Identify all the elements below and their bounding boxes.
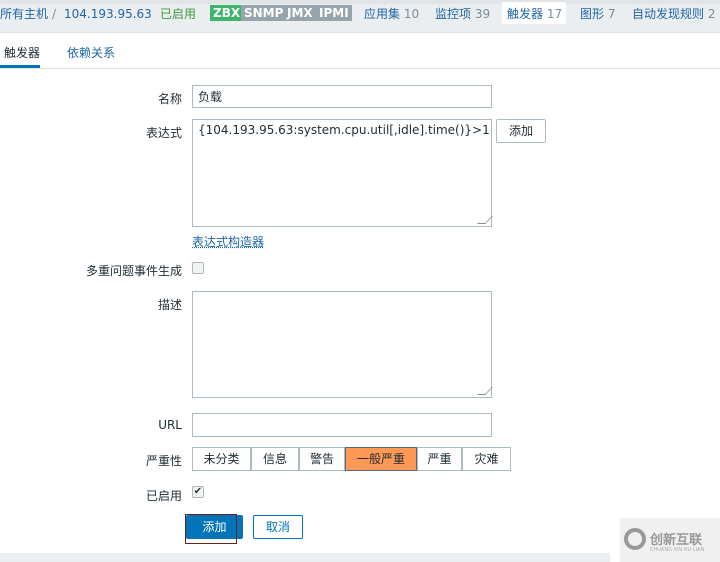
enabled-label: 已启用 [145,489,182,503]
footer-bar [0,553,610,562]
url-input[interactable] [192,413,492,437]
name-label: 名称 [157,92,182,106]
label: 应用集 [364,7,401,21]
nav-graphs[interactable]: 图形 7 [580,6,615,22]
active-tab-indicator [0,65,40,68]
cancel-button[interactable]: 取消 [253,515,303,539]
host-status[interactable]: 已启用 [160,6,196,22]
description-label: 描述 [157,298,182,312]
severity-disaster[interactable]: 灾难 [462,447,511,471]
nav-items[interactable]: 监控项 39 [435,6,490,22]
breadcrumb-separator: / [52,7,57,21]
watermark-logo: 创新互联 CHUANG XIN HU LIAN [620,518,720,562]
tag-snmp: SNMP [241,5,287,21]
nav-applications[interactable]: 应用集 10 [364,6,419,22]
count: 7 [607,7,616,21]
tab-dependencies[interactable]: 依赖关系 [67,44,115,61]
watermark-icon [624,528,646,550]
count: 39 [474,7,491,21]
tag-jmx: JMX [284,5,316,21]
severity-information[interactable]: 信息 [251,447,299,471]
count: 17 [546,7,563,21]
severity-warning[interactable]: 警告 [299,447,345,471]
expression-text: {104.193.95.63:system.cpu.util[,idle].ti… [198,123,490,137]
resize-handle[interactable] [477,216,493,224]
multiple-events-checkbox[interactable] [192,262,204,274]
resize-handle[interactable] [477,387,493,395]
enabled-checkbox[interactable]: ✔ [192,486,204,498]
nav-triggers[interactable]: 触发器 17 [507,6,562,22]
watermark-text: 创新互联 [650,533,703,548]
tab-trigger[interactable]: 触发器 [4,44,40,61]
description-textarea[interactable] [192,291,493,398]
expression-textarea[interactable]: {104.193.95.63:system.cpu.util[,idle].ti… [192,119,493,227]
url-label: URL [158,418,182,432]
expression-constructor-link[interactable]: 表达式构造器 [192,233,264,250]
label: 触发器 [507,7,544,21]
label: 自动发现规则 [632,7,705,21]
label: 监控项 [435,7,472,21]
severity-label: 严重性 [145,454,182,468]
severity-high[interactable]: 严重 [417,447,462,471]
tag-zbx: ZBX [210,5,244,21]
name-input[interactable] [192,85,492,108]
count: 10 [403,7,420,21]
expression-add-button[interactable]: 添加 [496,119,546,143]
all-hosts-link[interactable]: 所有主机 [0,6,48,22]
label: 图形 [580,7,605,21]
watermark-subtext: CHUANG XIN HU LIAN [650,547,705,553]
tag-ipmi: IPMI [316,5,352,21]
expression-label: 表达式 [145,126,182,140]
focus-outline [185,514,237,544]
host-link[interactable]: 104.193.95.63 [64,6,152,22]
severity-average-selected[interactable]: 一般严重 [345,447,417,471]
severity-not-classified[interactable]: 未分类 [192,447,251,471]
multiple-events-label: 多重问题事件生成 [85,264,182,278]
count: 2 [707,7,716,21]
nav-discovery-rules[interactable]: 自动发现规则 2 [632,6,715,22]
